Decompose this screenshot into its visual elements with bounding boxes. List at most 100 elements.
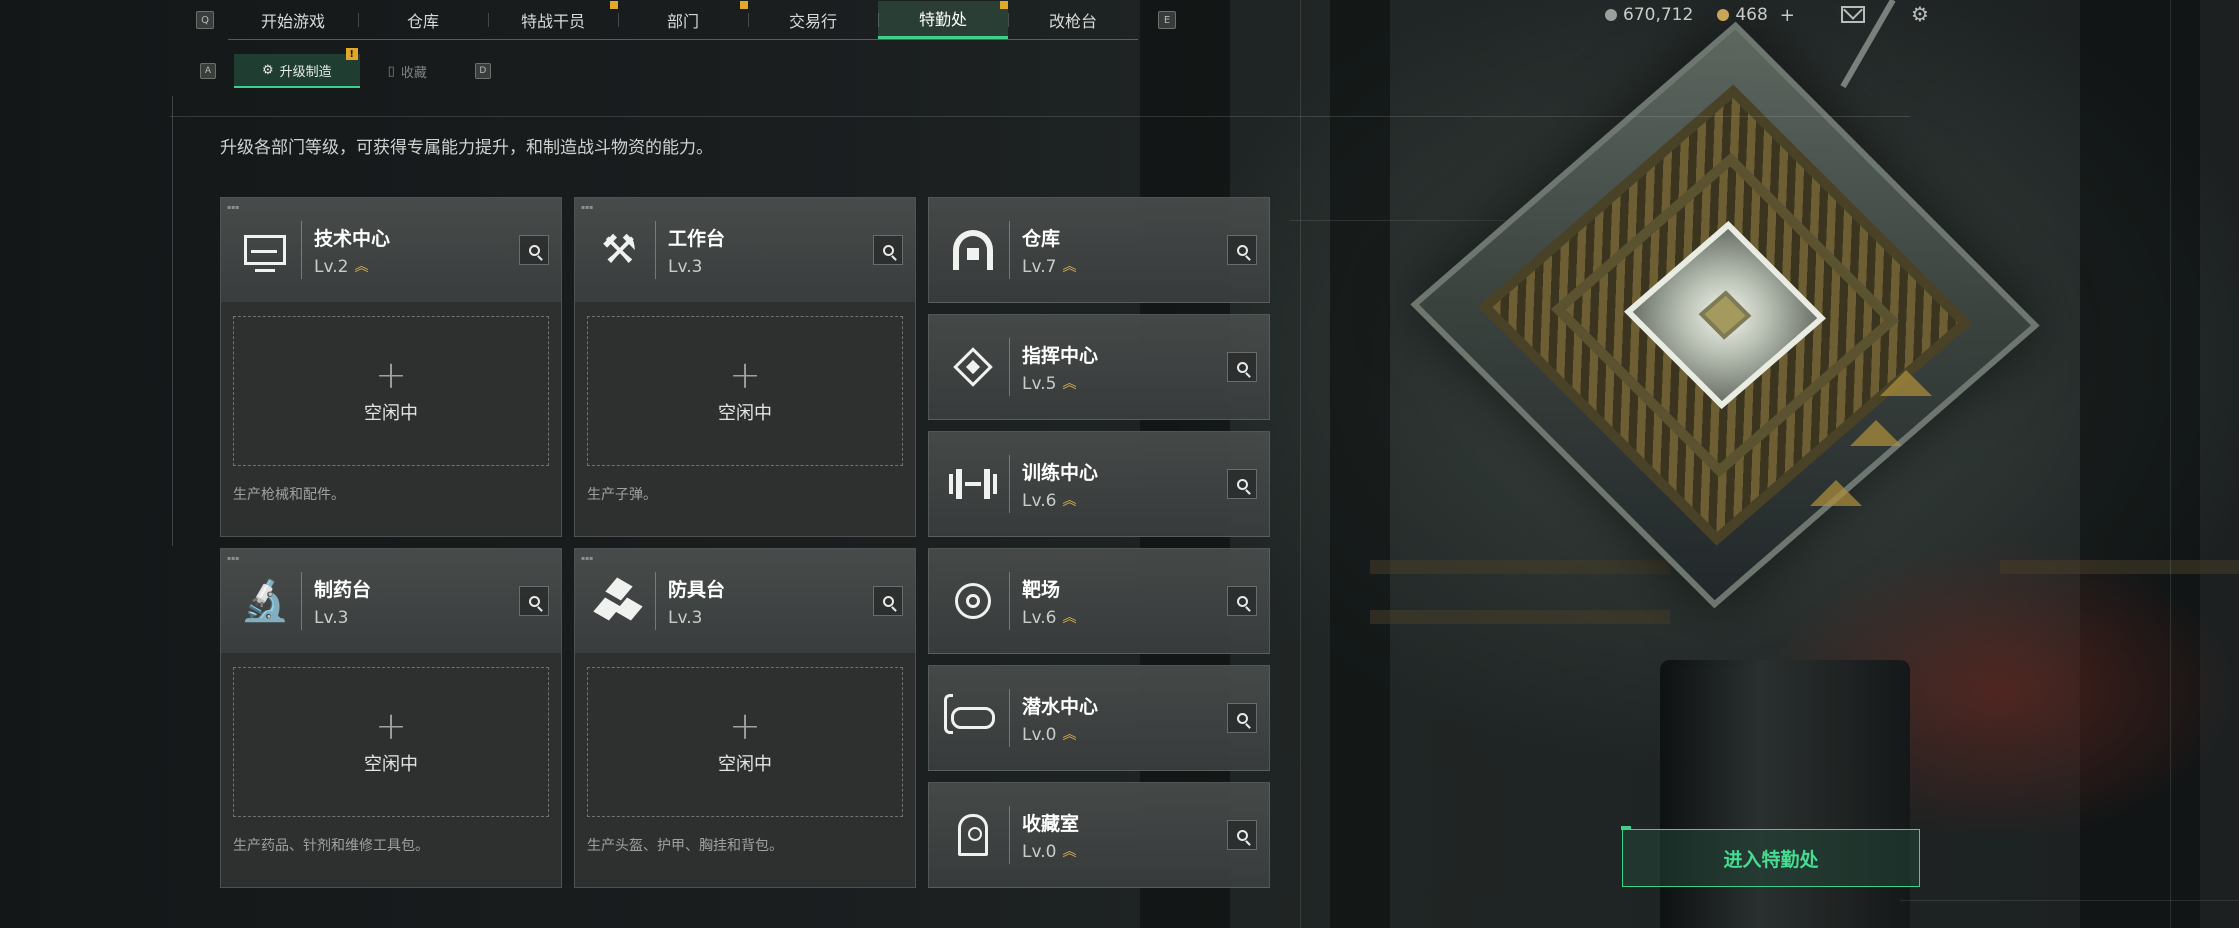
tab-operators[interactable]: 特战干员	[488, 0, 618, 39]
search-button[interactable]	[1227, 586, 1257, 616]
search-button[interactable]	[519, 586, 549, 616]
gear-icon[interactable]: ⚙	[1907, 2, 1933, 26]
tab-trading[interactable]: 交易行	[748, 1, 878, 39]
search-button[interactable]	[873, 235, 903, 265]
premium-currency-icon	[1717, 9, 1730, 21]
search-icon	[882, 244, 894, 256]
facility-level: Lv.5 ︽	[1022, 373, 1076, 394]
collection-icon: ▯	[387, 63, 395, 79]
facility-level: Lv.6 ︽	[1022, 490, 1076, 511]
production-slot[interactable]: + 空闲中	[587, 316, 903, 466]
production-slot[interactable]: + 空闲中	[233, 667, 549, 817]
facility-name: 靶场	[1022, 578, 1061, 601]
department-name: 技术中心	[314, 227, 391, 250]
upgrade-arrow-icon: ︽	[1062, 375, 1076, 392]
facility-card-training-center[interactable]: 训练中心 Lv.6 ︽	[928, 431, 1270, 537]
production-description: 生产头盔、护甲、胸挂和背包。	[587, 838, 783, 854]
key-hint-next-subtab[interactable]: D	[474, 63, 491, 79]
add-currency-button[interactable]: +	[1780, 5, 1795, 26]
search-icon	[1236, 712, 1248, 724]
coin-balance: 670,712	[1605, 5, 1693, 25]
facility-card-collection-room[interactable]: 收藏室 Lv.0 ︽	[928, 782, 1270, 888]
department-level: Lv.3	[668, 607, 703, 628]
warehouse-icon	[937, 214, 1009, 286]
facility-level: Lv.0 ︽	[1022, 724, 1076, 745]
diving-goggles-icon	[937, 682, 1009, 754]
notification-badge	[610, 0, 618, 9]
facility-name: 训练中心	[1022, 461, 1099, 484]
facility-card-diving-center[interactable]: 潜水中心 Lv.0 ︽	[928, 665, 1270, 771]
search-icon	[1236, 478, 1248, 490]
department-card-workbench[interactable]: ▪▪▪ ⚒ 工作台 Lv.3 + 空闲中 生产子弹。	[574, 197, 916, 537]
facility-card-warehouse[interactable]: 仓库 Lv.7 ︽	[928, 197, 1270, 303]
key-hint-prev-tab[interactable]: Q	[196, 11, 214, 29]
tab-departments[interactable]: 部门	[618, 0, 748, 39]
search-button[interactable]	[519, 235, 549, 265]
search-icon	[528, 595, 540, 607]
upgrade-craft-icon: ⚙	[262, 62, 274, 78]
plus-icon: +	[375, 704, 407, 748]
search-button[interactable]	[1227, 820, 1257, 850]
main-tabs: 开始游戏 仓库 特战干员 部门 交易行 特勤处 改枪台	[228, 0, 1138, 40]
production-slot[interactable]: + 空闲中	[587, 667, 903, 817]
subtab-upgrade-craft[interactable]: ⚙ 升级制造 !	[234, 48, 360, 88]
facility-card-shooting-range[interactable]: 靶场 Lv.6 ︽	[928, 548, 1270, 654]
sub-navigation: A ⚙ 升级制造 ! ▯ 收藏 D	[200, 48, 491, 88]
search-icon	[528, 244, 540, 256]
command-center-icon	[937, 331, 1009, 403]
target-icon	[937, 565, 1009, 637]
facility-level: Lv.0 ︽	[1022, 841, 1076, 862]
microscope-icon: 🔬	[240, 578, 290, 624]
tab-gunsmith[interactable]: 改枪台	[1008, 1, 1138, 39]
enter-special-ops-button[interactable]: 进入特勤处	[1621, 826, 1920, 887]
tab-start-game[interactable]: 开始游戏	[228, 1, 358, 39]
armor-boxes-icon	[583, 565, 655, 637]
search-button[interactable]	[1227, 235, 1257, 265]
search-icon	[1236, 244, 1248, 256]
search-button[interactable]	[1227, 352, 1257, 382]
currency-bar: 670,712 468 +	[1605, 0, 1795, 30]
key-hint-next-tab[interactable]: E	[1158, 11, 1176, 29]
department-card-pharmacy[interactable]: ▪▪▪ 🔬 制药台 Lv.3 + 空闲中 生产药品、针剂和维修工具包。	[220, 548, 562, 888]
notification-badge	[740, 0, 748, 9]
search-icon	[1236, 361, 1248, 373]
department-card-tech-center[interactable]: ▪▪▪ 技术中心 Lv.2 ︽ + 空闲中 生产枪械和配件。	[220, 197, 562, 537]
search-button[interactable]	[1227, 469, 1257, 499]
tools-icon: ⚒	[601, 227, 637, 273]
department-name: 制药台	[314, 578, 372, 601]
department-level: Lv.3	[314, 607, 349, 628]
department-level: Lv.3	[668, 256, 703, 277]
key-hint-prev-subtab[interactable]: A	[200, 63, 216, 79]
dumbbell-icon	[937, 448, 1009, 520]
mail-icon[interactable]	[1840, 2, 1866, 26]
upgrade-arrow-icon: ︽	[1062, 492, 1076, 509]
department-level: Lv.2 ︽	[314, 256, 368, 277]
upgrade-arrow-icon: ︽	[1062, 843, 1076, 860]
upgrade-arrow-icon: ︽	[1062, 609, 1076, 626]
notification-badge	[1000, 0, 1008, 9]
facility-level: Lv.6 ︽	[1022, 607, 1076, 628]
tab-special-ops[interactable]: 特勤处	[878, 0, 1008, 39]
tab-warehouse[interactable]: 仓库	[358, 1, 488, 39]
facility-name: 收藏室	[1022, 812, 1080, 835]
plus-icon: +	[729, 353, 761, 397]
search-button[interactable]	[1227, 703, 1257, 733]
production-slot[interactable]: + 空闲中	[233, 316, 549, 466]
facility-card-command-center[interactable]: 指挥中心 Lv.5 ︽	[928, 314, 1270, 420]
upgrade-arrow-icon: ︽	[354, 258, 368, 275]
warning-badge: !	[345, 48, 358, 60]
search-icon	[1236, 595, 1248, 607]
production-description: 生产子弹。	[587, 487, 657, 503]
search-button[interactable]	[873, 586, 903, 616]
production-description: 生产药品、针剂和维修工具包。	[233, 838, 429, 854]
department-name: 防具台	[668, 578, 726, 601]
department-card-armor-bench[interactable]: ▪▪▪ 防具台 Lv.3 + 空闲中 生产头盔、护甲、胸挂和背包。	[574, 548, 916, 888]
collection-capsule-icon	[937, 799, 1009, 871]
subtab-collection[interactable]: ▯ 收藏	[360, 54, 455, 88]
page-description: 升级各部门等级，可获得专属能力提升，和制造战斗物资的能力。	[220, 138, 713, 158]
facility-name: 指挥中心	[1022, 344, 1099, 367]
facility-level: Lv.7 ︽	[1022, 256, 1076, 277]
facility-name: 潜水中心	[1022, 695, 1099, 718]
upgrade-arrow-icon: ︽	[1062, 726, 1076, 743]
production-description: 生产枪械和配件。	[233, 487, 345, 503]
